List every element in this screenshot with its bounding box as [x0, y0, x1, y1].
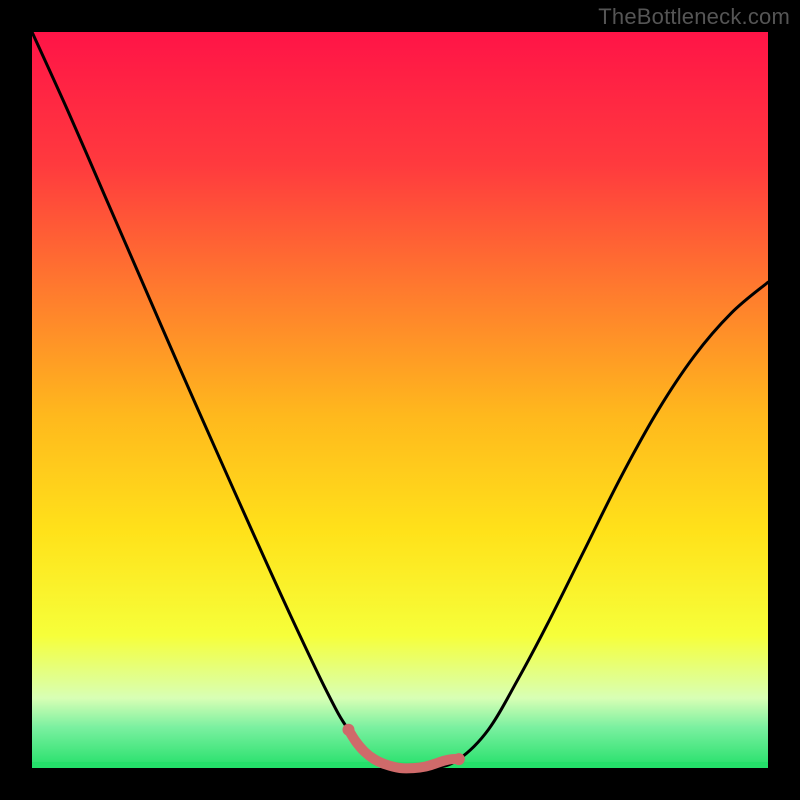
bottleneck-chart: [0, 0, 800, 800]
marker-dot-right: [453, 753, 465, 765]
chart-frame: TheBottleneck.com: [0, 0, 800, 800]
plot-background: [32, 32, 768, 768]
attribution-label: TheBottleneck.com: [598, 4, 790, 30]
marker-dot-left: [342, 724, 354, 736]
